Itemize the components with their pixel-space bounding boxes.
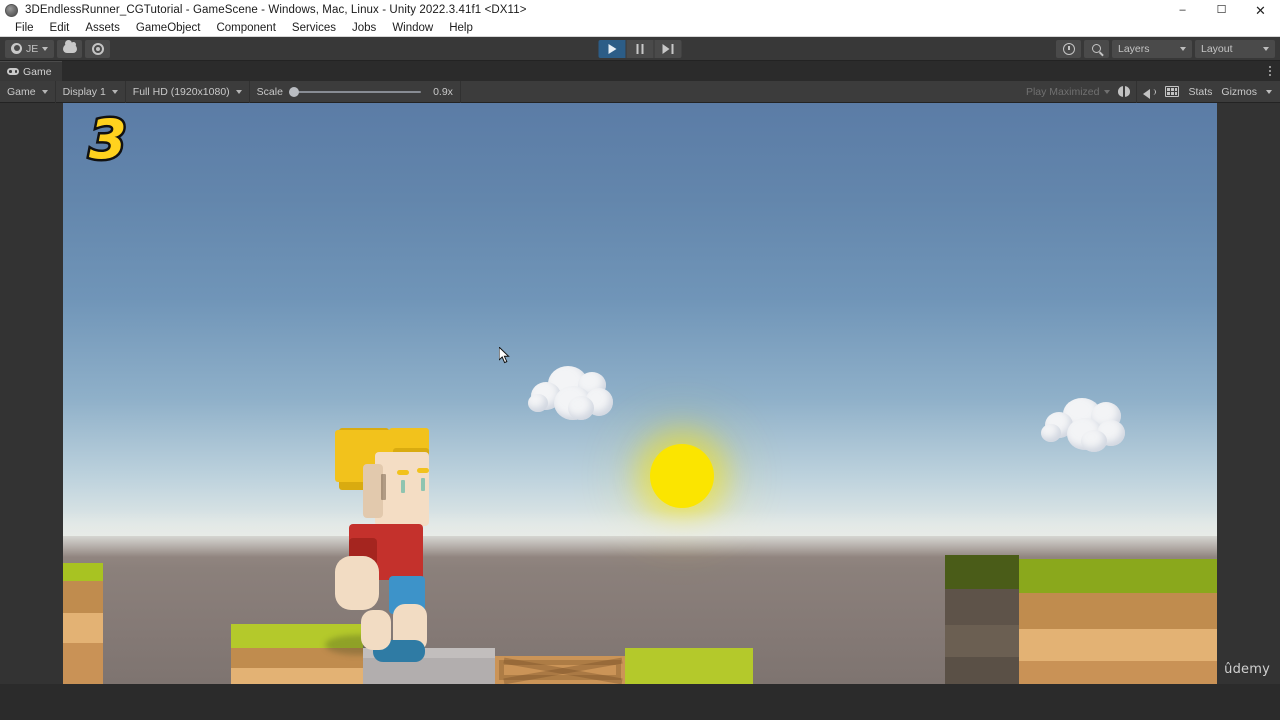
title-bar: 3DEndlessRunner_CGTutorial - GameScene -… bbox=[0, 0, 1280, 20]
character-brow bbox=[417, 468, 429, 473]
playback-controls bbox=[598, 37, 682, 61]
sky-background bbox=[63, 103, 1217, 538]
layers-label: Layers bbox=[1118, 42, 1150, 55]
menu-item-file[interactable]: File bbox=[7, 20, 42, 37]
menu-item-assets[interactable]: Assets bbox=[77, 20, 128, 37]
tab-game-label: Game bbox=[23, 65, 52, 78]
player-character bbox=[333, 428, 438, 668]
scale-value: 0.9x bbox=[433, 85, 453, 98]
layout-dropdown[interactable]: Layout bbox=[1195, 39, 1275, 58]
pause-icon bbox=[636, 44, 644, 54]
scale-slider[interactable] bbox=[288, 86, 421, 97]
resolution-label: Full HD (1920x1080) bbox=[132, 85, 230, 98]
character-eye bbox=[401, 480, 405, 493]
bug-icon[interactable] bbox=[1118, 86, 1131, 97]
undo-history-icon bbox=[1062, 42, 1075, 55]
chevron-down-icon bbox=[235, 89, 242, 94]
character-face-shadow bbox=[363, 464, 383, 518]
scale-slider-handle[interactable] bbox=[288, 86, 299, 97]
game-view-toolbar: Game Display 1 Full HD (1920x1080) Scale… bbox=[0, 80, 1280, 103]
maximize-button[interactable]: ☐ bbox=[1202, 0, 1241, 20]
window-title: 3DEndlessRunner_CGTutorial - GameScene -… bbox=[25, 4, 527, 16]
menu-item-jobs[interactable]: Jobs bbox=[344, 20, 384, 37]
scale-label: Scale bbox=[256, 85, 283, 98]
account-button[interactable]: JE bbox=[5, 39, 55, 58]
platform-block bbox=[945, 559, 1217, 684]
account-label: JE bbox=[26, 42, 39, 55]
character-arm bbox=[335, 556, 379, 610]
game-view[interactable]: 3 ûdemy bbox=[0, 103, 1280, 684]
chevron-down-icon bbox=[111, 89, 118, 94]
search-button[interactable] bbox=[1084, 39, 1109, 58]
menu-bar: File Edit Assets GameObject Component Se… bbox=[0, 20, 1280, 37]
step-icon bbox=[662, 44, 674, 54]
minimize-button[interactable]: – bbox=[1163, 0, 1202, 20]
main-toolbar: JE Layers Layout bbox=[0, 37, 1280, 61]
gear-icon bbox=[91, 42, 104, 55]
pause-button[interactable] bbox=[626, 40, 654, 58]
cloud-object bbox=[1041, 398, 1137, 460]
toolbar-left-group: JE bbox=[0, 39, 111, 58]
display-dropdown[interactable]: Display 1 bbox=[56, 80, 126, 103]
stats-button[interactable]: Stats bbox=[1188, 86, 1212, 98]
menu-item-gameobject[interactable]: GameObject bbox=[128, 20, 209, 37]
panel-tab-bar: Game bbox=[0, 61, 1280, 81]
score-counter: 3 bbox=[87, 108, 130, 171]
gizmos-button[interactable]: Gizmos bbox=[1221, 86, 1257, 98]
platform-block bbox=[63, 563, 103, 684]
window-controls: – ☐ ✕ bbox=[1163, 0, 1280, 20]
menu-item-edit[interactable]: Edit bbox=[42, 20, 78, 37]
view-mode-label: Game bbox=[7, 85, 36, 98]
chevron-down-icon[interactable] bbox=[1266, 89, 1272, 94]
mouse-cursor bbox=[498, 345, 511, 365]
view-mode-dropdown[interactable]: Game bbox=[0, 80, 56, 103]
game-toolbar-right: Stats Gizmos bbox=[1136, 80, 1280, 103]
menu-item-services[interactable]: Services bbox=[284, 20, 344, 37]
character-leg bbox=[361, 610, 391, 650]
sun-object bbox=[650, 444, 714, 508]
game-viewport[interactable]: 3 bbox=[63, 103, 1217, 684]
menu-item-window[interactable]: Window bbox=[384, 20, 441, 37]
play-maximized-dropdown[interactable]: Play Maximized bbox=[1020, 86, 1117, 98]
character-eye bbox=[421, 478, 425, 491]
play-icon bbox=[608, 44, 616, 54]
chevron-down-icon bbox=[1104, 89, 1111, 94]
gamepad-icon bbox=[7, 68, 19, 75]
unity-logo-icon bbox=[5, 3, 18, 17]
cloud-object bbox=[528, 366, 628, 428]
settings-button[interactable] bbox=[85, 39, 111, 58]
menu-item-component[interactable]: Component bbox=[208, 20, 283, 37]
crate-object bbox=[495, 656, 625, 684]
frame-icon[interactable] bbox=[1165, 86, 1180, 97]
cloud-button[interactable] bbox=[57, 39, 83, 58]
account-avatar-icon bbox=[11, 43, 22, 54]
toolbar-right-group: Layers Layout bbox=[1056, 39, 1280, 58]
chevron-down-icon bbox=[41, 89, 48, 94]
cloud-icon bbox=[62, 40, 77, 53]
platform-block-side bbox=[945, 555, 1019, 684]
play-maximized-label: Play Maximized bbox=[1025, 85, 1100, 98]
chevron-down-icon bbox=[1180, 46, 1186, 51]
history-button[interactable] bbox=[1056, 39, 1081, 58]
panel-menu-button[interactable] bbox=[1268, 65, 1280, 77]
tab-game[interactable]: Game bbox=[0, 61, 62, 81]
layers-dropdown[interactable]: Layers bbox=[1112, 39, 1192, 58]
chevron-down-icon bbox=[42, 46, 49, 51]
character-nose bbox=[381, 474, 386, 500]
character-brow bbox=[397, 470, 409, 475]
step-button[interactable] bbox=[654, 40, 682, 58]
menu-item-help[interactable]: Help bbox=[441, 20, 481, 37]
search-icon bbox=[1092, 44, 1101, 53]
close-button[interactable]: ✕ bbox=[1241, 0, 1280, 20]
platform-block bbox=[625, 648, 753, 684]
layout-label: Layout bbox=[1201, 42, 1233, 55]
scale-control: Scale 0.9x bbox=[250, 80, 461, 103]
resolution-dropdown[interactable]: Full HD (1920x1080) bbox=[126, 80, 250, 103]
play-button[interactable] bbox=[598, 40, 626, 58]
chevron-down-icon bbox=[1263, 46, 1269, 51]
udemy-watermark: ûdemy bbox=[1224, 662, 1270, 677]
speaker-icon[interactable] bbox=[1143, 86, 1157, 99]
display-label: Display 1 bbox=[62, 85, 106, 98]
